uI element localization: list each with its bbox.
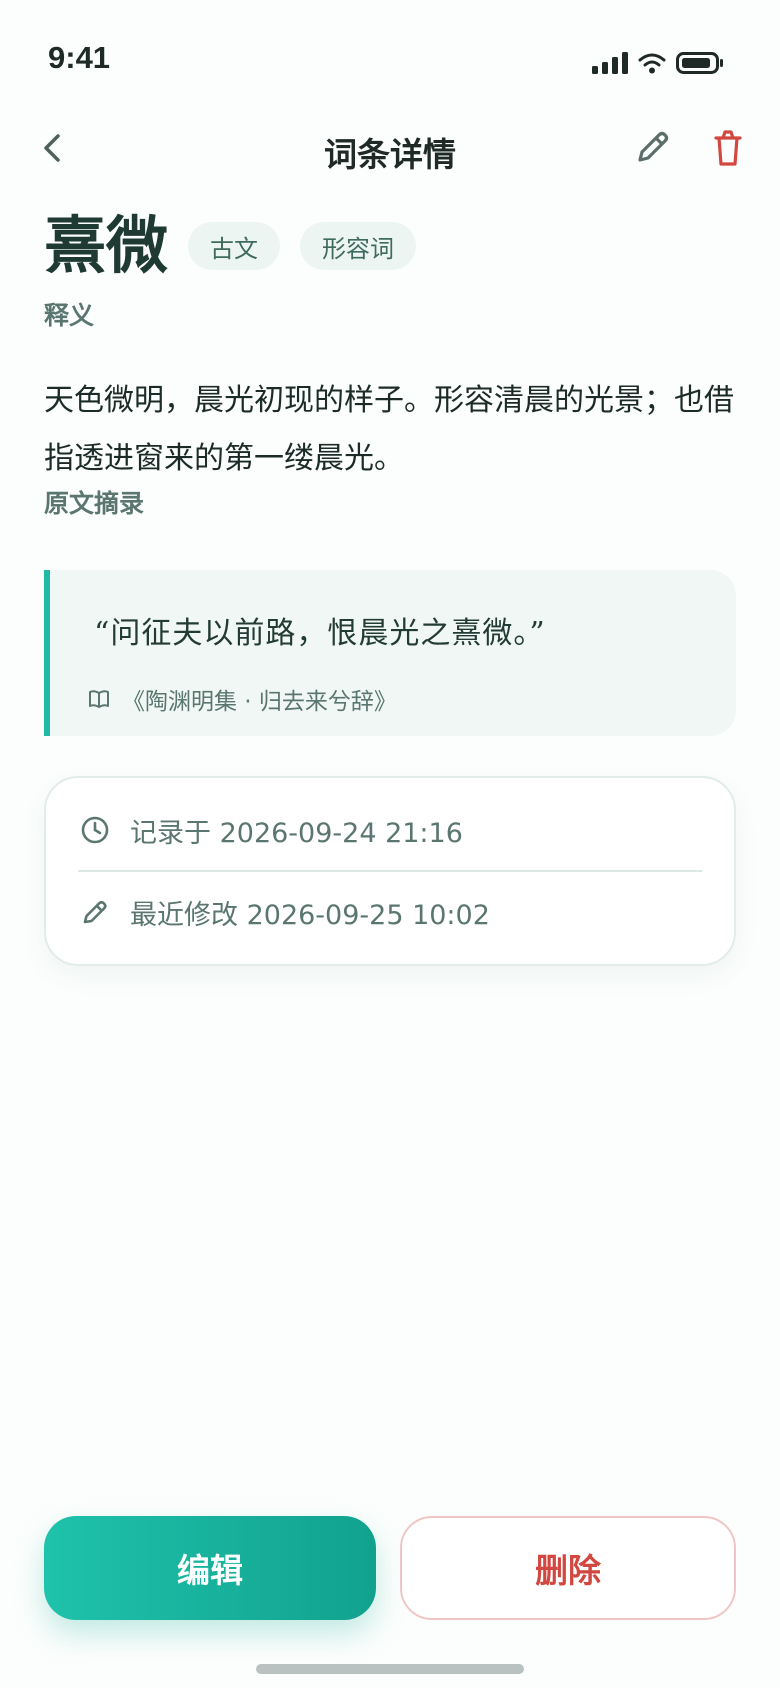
battery-icon bbox=[676, 52, 723, 74]
excerpt-source-text: 《陶渊明集 · 归去来兮辞》 bbox=[122, 689, 397, 715]
excerpt-label: 原文摘录 bbox=[44, 489, 145, 518]
delete-button[interactable]: 删除 bbox=[400, 1516, 736, 1620]
meta-card: 记录于 2026-09-24 21:16 最近修改 2026-09-25 10:… bbox=[44, 776, 736, 966]
tag-classical: 古文 bbox=[188, 222, 281, 270]
status-time: 9:41 bbox=[48, 40, 111, 75]
meta-modified-row: 最近修改 2026-09-25 10:02 bbox=[80, 872, 702, 952]
book-icon bbox=[89, 690, 109, 708]
definition-text: 天色微明，晨光初现的样子。形容清晨的光景；也借指透进窗来的第一缕晨光。 bbox=[44, 383, 734, 476]
definition-label: 释义 bbox=[44, 301, 95, 330]
status-icons bbox=[592, 52, 724, 74]
pencil-icon[interactable] bbox=[632, 128, 672, 168]
headword-row: 熹微 古文 形容词 bbox=[44, 206, 417, 286]
excerpt-card: “问征夫以前路，恨晨光之熹微。” 《陶渊明集 · 归去来兮辞》 bbox=[44, 570, 736, 736]
meta-recorded-text: 记录于 2026-09-24 21:16 bbox=[130, 817, 463, 849]
home-indicator bbox=[256, 1664, 524, 1674]
word-detail-screen: 9:41 词条详情 熹微 古文 形容词 释义 天色微明，晨光初现的样子。形容清晨… bbox=[0, 0, 780, 1688]
meta-recorded-row: 记录于 2026-09-24 21:16 bbox=[80, 790, 702, 870]
wifi-icon bbox=[638, 53, 666, 74]
edit-button[interactable]: 编辑 bbox=[44, 1516, 376, 1620]
headword: 熹微 bbox=[44, 209, 169, 282]
tag-adjective: 形容词 bbox=[300, 222, 417, 270]
meta-modified-text: 最近修改 2026-09-25 10:02 bbox=[130, 899, 490, 931]
excerpt-quote: “问征夫以前路，恨晨光之熹微。” bbox=[94, 616, 546, 651]
clock-icon bbox=[81, 816, 109, 844]
trash-icon[interactable] bbox=[708, 126, 748, 170]
signal-icon bbox=[592, 52, 628, 74]
excerpt-source: 《陶渊明集 · 归去来兮辞》 bbox=[88, 682, 397, 716]
pencil-icon bbox=[83, 900, 107, 924]
